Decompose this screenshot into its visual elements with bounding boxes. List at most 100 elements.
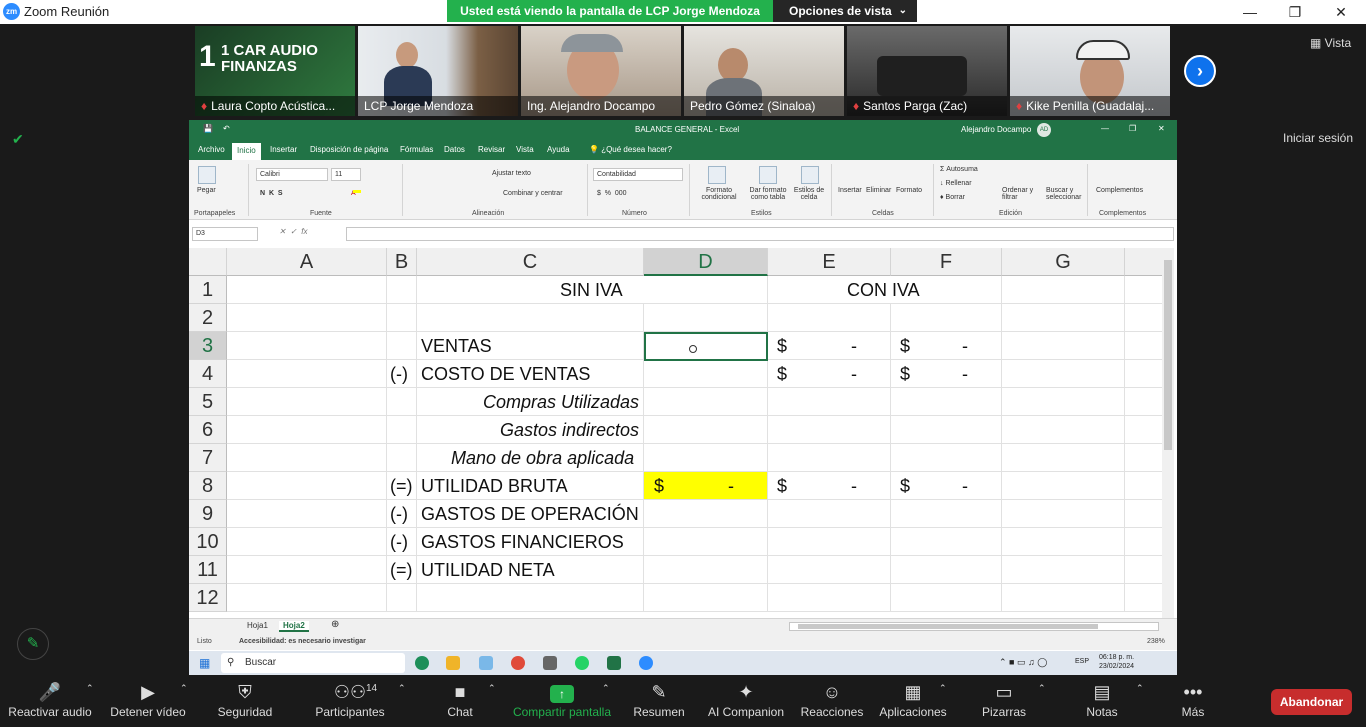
sheet-tab-active[interactable]: Hoja2: [279, 621, 309, 632]
zoom-taskbar-icon[interactable]: [639, 656, 653, 670]
format-cells-button[interactable]: Formato: [896, 187, 922, 194]
row-header[interactable]: 10: [189, 528, 227, 556]
row-header[interactable]: 4: [189, 360, 227, 388]
close-icon[interactable]: ✕: [1158, 124, 1165, 133]
scrollbar-thumb[interactable]: [1164, 260, 1172, 450]
row-header[interactable]: 6: [189, 416, 227, 444]
tab-revisar[interactable]: Revisar: [478, 145, 505, 154]
chevron-up-icon[interactable]: ⌃: [1038, 683, 1046, 694]
view-options-button[interactable]: Opciones de vista ⌄: [773, 0, 917, 22]
annotate-pencil-button[interactable]: ✎: [17, 628, 49, 660]
currency-icon[interactable]: $ % 000: [597, 190, 627, 197]
minimize-icon[interactable]: —: [1237, 2, 1263, 22]
video-tile-5[interactable]: ♦ Santos Parga (Zac): [847, 26, 1007, 116]
chevron-up-icon[interactable]: ⌃: [180, 683, 188, 694]
chevron-up-icon[interactable]: ⌃: [488, 683, 496, 694]
vertical-scrollbar[interactable]: [1162, 248, 1174, 618]
column-a-cells[interactable]: [227, 276, 387, 612]
unmute-audio-button[interactable]: 🎤 Reactivar audio ⌃: [6, 677, 94, 727]
column-d-cells[interactable]: [644, 276, 768, 612]
windows-start-icon[interactable]: ▦: [199, 656, 210, 670]
column-header[interactable]: G: [1002, 248, 1125, 276]
row-header[interactable]: 12: [189, 584, 227, 612]
sort-filter-button[interactable]: Ordenar y filtrar: [1002, 187, 1038, 201]
zoom-level[interactable]: 238%: [1147, 638, 1165, 645]
column-header[interactable]: C: [417, 248, 644, 276]
row-header[interactable]: 1: [189, 276, 227, 304]
taskbar-clock[interactable]: 06:18 p. m. 23/02/2024: [1099, 653, 1134, 671]
share-screen-button[interactable]: ↑ Compartir pantalla ⌃: [510, 677, 614, 727]
paste-button[interactable]: Pegar: [197, 187, 216, 194]
column-header[interactable]: D: [644, 248, 768, 276]
whatsapp-icon[interactable]: [575, 656, 589, 670]
font-size-select[interactable]: 11: [331, 168, 361, 181]
row-header[interactable]: 7: [189, 444, 227, 472]
row-header[interactable]: 9: [189, 500, 227, 528]
column-header[interactable]: F: [891, 248, 1002, 276]
language-indicator[interactable]: ESP: [1075, 658, 1089, 665]
calculator-icon[interactable]: [543, 656, 557, 670]
restore-icon[interactable]: ❐: [1282, 2, 1308, 22]
chevron-up-icon[interactable]: ⌃: [86, 683, 94, 694]
tab-ayuda[interactable]: Ayuda: [547, 145, 570, 154]
wrap-text-button[interactable]: Ajustar texto: [492, 170, 531, 177]
paste-icon[interactable]: [198, 166, 216, 184]
file-explorer-icon[interactable]: [446, 656, 460, 670]
accessibility-status[interactable]: Accesibilidad: es necesario investigar: [239, 638, 366, 645]
participants-button[interactable]: ⚇⚇ 14 Participantes ⌃: [312, 677, 405, 727]
app-icon[interactable]: [479, 656, 493, 670]
close-icon[interactable]: ✕: [1328, 2, 1354, 22]
chevron-up-icon[interactable]: ⌃: [398, 683, 406, 694]
column-header[interactable]: [1125, 248, 1165, 276]
number-format-select[interactable]: Contabilidad: [593, 168, 683, 181]
column-header[interactable]: B: [387, 248, 417, 276]
name-box[interactable]: D3: [192, 227, 258, 241]
row-header[interactable]: 5: [189, 388, 227, 416]
fill-button[interactable]: ↓ Rellenar: [940, 180, 972, 187]
chrome-icon[interactable]: [511, 656, 525, 670]
ai-companion-button[interactable]: ✦ AI Companion: [704, 677, 788, 727]
more-button[interactable]: ••• Más: [1174, 677, 1212, 727]
table-format-button[interactable]: Dar formato como tabla: [745, 187, 791, 201]
undo-icon[interactable]: ↶: [223, 124, 230, 133]
view-button[interactable]: ▦ Vista: [1310, 36, 1351, 50]
merge-center-button[interactable]: Combinar y centrar: [503, 190, 563, 197]
delete-cells-button[interactable]: Eliminar: [866, 187, 891, 194]
chat-button[interactable]: ■ Chat ⌃: [440, 677, 495, 727]
chevron-up-icon[interactable]: ⌃: [602, 683, 610, 694]
tab-datos[interactable]: Datos: [444, 145, 465, 154]
reactions-button[interactable]: ☺ Reacciones: [800, 677, 864, 727]
font-name-select[interactable]: Calibri: [256, 168, 328, 181]
notes-button[interactable]: ▤ Notas ⌃: [1082, 677, 1143, 727]
tab-formulas[interactable]: Fórmulas: [400, 145, 433, 154]
insert-cells-button[interactable]: Insertar: [838, 187, 862, 194]
stop-video-button[interactable]: ▶ Detener vídeo ⌃: [106, 677, 190, 727]
save-icon[interactable]: 💾: [203, 124, 213, 133]
tab-inicio[interactable]: Inicio: [232, 143, 261, 160]
conditional-format-button[interactable]: Formato condicional: [695, 187, 743, 201]
row-header[interactable]: 8: [189, 472, 227, 500]
cell-styles-button[interactable]: Estilos de celda: [791, 187, 827, 201]
row-header[interactable]: 2: [189, 304, 227, 332]
column-g-cells[interactable]: [1002, 276, 1125, 612]
fx-icon[interactable]: ✕ ✓ fx: [279, 227, 308, 236]
tab-vista[interactable]: Vista: [516, 145, 534, 154]
column-header[interactable]: E: [768, 248, 891, 276]
row-header[interactable]: 3: [189, 332, 227, 360]
bold-button[interactable]: N K S: [260, 190, 283, 197]
tell-me-search[interactable]: 💡 ¿Qué desea hacer?: [589, 145, 672, 154]
whiteboards-button[interactable]: ▭ Pizarras ⌃: [980, 677, 1046, 727]
formula-input[interactable]: [346, 227, 1174, 241]
find-select-button[interactable]: Buscar y seleccionar: [1046, 187, 1092, 201]
clear-button[interactable]: ♦ Borrar: [940, 194, 965, 201]
horizontal-scrollbar[interactable]: [789, 622, 1159, 631]
column-e-cells[interactable]: [768, 276, 891, 612]
autosum-button[interactable]: Σ Autosuma: [940, 166, 978, 173]
add-sheet-icon[interactable]: ⊕: [331, 619, 339, 630]
taskbar-search[interactable]: ⚲ Buscar: [221, 653, 405, 673]
minimize-icon[interactable]: —: [1101, 124, 1109, 133]
chevron-up-icon[interactable]: ⌃: [1136, 683, 1144, 694]
restore-icon[interactable]: ❐: [1129, 124, 1136, 133]
video-tile-1[interactable]: 1 1 CAR AUDIO FINANZAS ♦ Laura Copto Acús…: [195, 26, 355, 116]
leave-meeting-button[interactable]: Abandonar: [1271, 689, 1352, 715]
